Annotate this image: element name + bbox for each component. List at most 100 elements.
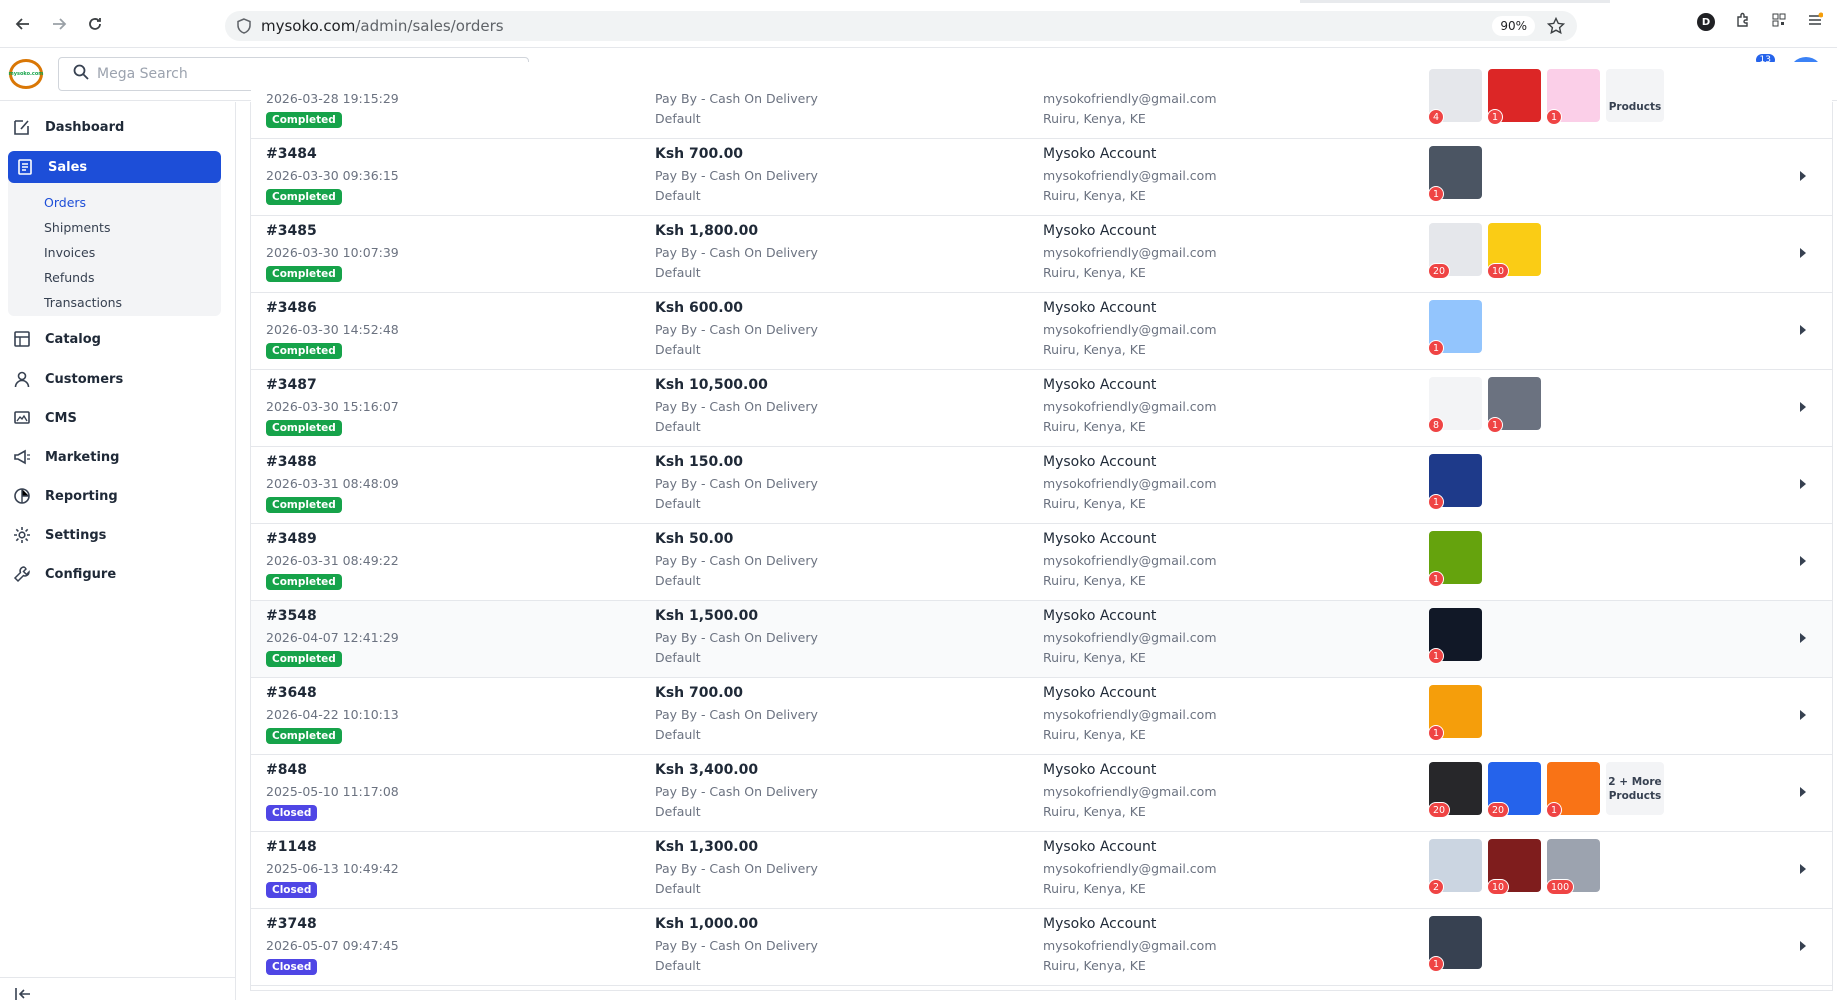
product-thumbnails: 1 — [1428, 146, 1482, 202]
table-row[interactable]: #1148 2025-06-13 10:49:42 Closed Ksh 1,300.… — [251, 832, 1832, 909]
table-row[interactable]: 2026-03-28 19:15:29 Completed Pay By - C… — [251, 62, 1832, 139]
product-thumbnail[interactable]: 1 — [1428, 454, 1482, 510]
reload-icon[interactable] — [82, 11, 108, 37]
zoom-indicator[interactable]: 90% — [1492, 16, 1535, 36]
sidebar-item-configure[interactable]: Configure — [13, 565, 116, 583]
order-id[interactable]: #3489 — [266, 531, 317, 547]
row-expand-chevron-icon[interactable] — [1800, 710, 1806, 720]
browser-menu-icon[interactable] — [1807, 12, 1824, 32]
product-thumbnail[interactable]: 1 — [1428, 685, 1482, 741]
sidebar-item-settings[interactable]: Settings — [13, 526, 106, 544]
product-thumbnail[interactable]: 1 — [1428, 916, 1482, 972]
browser-profile-icon[interactable]: D — [1697, 13, 1715, 31]
more-products-link[interactable]: 2 + More Products — [1606, 762, 1664, 815]
table-row[interactable]: #3485 2026-03-30 10:07:39 Completed Ksh 1,8… — [251, 216, 1832, 293]
order-id[interactable]: #3548 — [266, 608, 317, 624]
row-expand-chevron-icon[interactable] — [1800, 556, 1806, 566]
sidebar-sub-invoices[interactable]: Invoices — [44, 245, 95, 260]
product-thumbnail[interactable]: 8 — [1428, 377, 1482, 433]
order-id[interactable]: #3485 — [266, 223, 317, 239]
table-row[interactable]: #848 2025-05-10 11:17:08 Closed Ksh 3,400.0… — [251, 755, 1832, 832]
row-expand-chevron-icon[interactable] — [1800, 402, 1806, 412]
product-thumbnail[interactable]: 20 — [1428, 762, 1482, 818]
product-thumbnail[interactable]: 20 — [1428, 223, 1482, 279]
more-products-label: Products — [1608, 100, 1662, 113]
table-row[interactable]: #3548 2026-04-07 12:41:29 Completed Ksh 1,5… — [251, 601, 1832, 678]
row-expand-chevron-icon[interactable] — [1800, 171, 1806, 181]
payment-method: Pay By - Cash On Delivery — [655, 707, 818, 722]
product-thumbnails: 1 — [1428, 454, 1482, 510]
extensions-icon[interactable] — [1735, 12, 1751, 32]
order-id[interactable]: #3484 — [266, 146, 317, 162]
status-badge: Completed — [266, 343, 342, 359]
tab-strip-accent — [1300, 0, 1610, 3]
sidebar-sub-orders[interactable]: Orders — [44, 195, 86, 210]
row-expand-chevron-icon[interactable] — [1800, 864, 1806, 874]
address-bar[interactable]: mysoko.com/admin/sales/orders 90% — [225, 11, 1577, 41]
table-row[interactable]: #3748 2026-05-07 09:47:45 Closed Ksh 1,000.… — [251, 909, 1832, 986]
row-expand-chevron-icon[interactable] — [1800, 633, 1806, 643]
order-id[interactable]: #848 — [266, 762, 307, 778]
product-thumbnail[interactable]: 1 — [1546, 762, 1600, 818]
sidebar-sub-shipments[interactable]: Shipments — [44, 220, 110, 235]
table-row[interactable]: #3484 2026-03-30 09:36:15 Completed Ksh 700… — [251, 139, 1832, 216]
quantity-badge: 1 — [1428, 186, 1445, 202]
sidebar-item-sales[interactable]: Sales — [8, 151, 221, 183]
product-thumbnail[interactable]: 1 — [1487, 69, 1541, 125]
table-row[interactable]: #3487 2026-03-30 15:16:07 Completed Ksh 10,… — [251, 370, 1832, 447]
shipping-method: Default — [655, 265, 701, 280]
sidebar-sub-refunds[interactable]: Refunds — [44, 270, 95, 285]
product-thumbnail[interactable]: 1 — [1428, 531, 1482, 587]
product-thumbnails: 1 — [1428, 685, 1482, 741]
customer-name: Mysoko Account — [1043, 146, 1157, 162]
row-expand-chevron-icon[interactable] — [1800, 479, 1806, 489]
table-row[interactable]: #3648 2026-04-22 10:10:13 Completed Ksh 700… — [251, 678, 1832, 755]
qr-code-icon[interactable] — [1771, 12, 1787, 32]
product-thumbnail[interactable]: 10 — [1487, 839, 1541, 895]
table-row[interactable]: #3488 2026-03-31 08:48:09 Completed Ksh 150… — [251, 447, 1832, 524]
order-id[interactable]: #3748 — [266, 916, 317, 932]
table-row[interactable]: #3486 2026-03-30 14:52:48 Completed Ksh 600… — [251, 293, 1832, 370]
order-id[interactable]: #3487 — [266, 377, 317, 393]
product-thumbnail[interactable]: 1 — [1546, 69, 1600, 125]
shipping-method: Default — [655, 573, 701, 588]
product-thumbnail[interactable]: 1 — [1428, 300, 1482, 356]
product-thumbnail[interactable]: 10 — [1487, 223, 1541, 279]
mysoko-logo[interactable]: mysoko.com — [9, 59, 44, 89]
order-id[interactable]: #3488 — [266, 454, 317, 470]
product-thumbnail[interactable]: 1 — [1428, 608, 1482, 664]
customer-address: Ruiru, Kenya, KE — [1043, 958, 1146, 973]
order-id[interactable]: #3648 — [266, 685, 317, 701]
product-thumbnail[interactable]: 4 — [1428, 69, 1482, 125]
sidebar-item-customers[interactable]: Customers — [13, 370, 123, 388]
sidebar-item-dashboard[interactable]: Dashboard — [13, 118, 124, 136]
quantity-badge: 8 — [1428, 417, 1445, 433]
product-thumbnail[interactable]: 100 — [1546, 839, 1600, 895]
bookmark-star-icon[interactable] — [1546, 16, 1566, 39]
row-expand-chevron-icon[interactable] — [1800, 941, 1806, 951]
customer-name: Mysoko Account — [1043, 762, 1157, 778]
site-info-icon[interactable] — [235, 17, 253, 35]
order-id[interactable]: #3486 — [266, 300, 317, 316]
sidebar-item-reporting[interactable]: Reporting — [13, 487, 118, 505]
collapse-sidebar-icon[interactable] — [14, 986, 32, 1005]
forward-icon[interactable] — [46, 11, 72, 37]
sidebar-item-catalog[interactable]: Catalog — [13, 330, 101, 348]
row-expand-chevron-icon[interactable] — [1800, 787, 1806, 797]
customer-email: mysokofriendly@gmail.com — [1043, 399, 1217, 414]
table-row[interactable]: #3489 2026-03-31 08:49:22 Completed Ksh 50.… — [251, 524, 1832, 601]
quantity-badge: 1 — [1428, 725, 1445, 741]
product-thumbnail[interactable]: 20 — [1487, 762, 1541, 818]
product-thumbnail[interactable]: 1 — [1487, 377, 1541, 433]
row-expand-chevron-icon[interactable] — [1800, 325, 1806, 335]
product-thumbnail[interactable]: 1 — [1428, 146, 1482, 202]
order-amount: Ksh 3,400.00 — [655, 762, 759, 778]
sidebar-item-marketing[interactable]: Marketing — [13, 448, 119, 466]
row-expand-chevron-icon[interactable] — [1800, 248, 1806, 258]
product-thumbnail[interactable]: 2 — [1428, 839, 1482, 895]
more-products-link[interactable]: Products — [1606, 69, 1664, 122]
back-icon[interactable] — [10, 11, 36, 37]
sidebar-item-cms[interactable]: CMS — [13, 409, 77, 427]
sidebar-sub-transactions[interactable]: Transactions — [44, 295, 122, 310]
order-id[interactable]: #1148 — [266, 839, 317, 855]
